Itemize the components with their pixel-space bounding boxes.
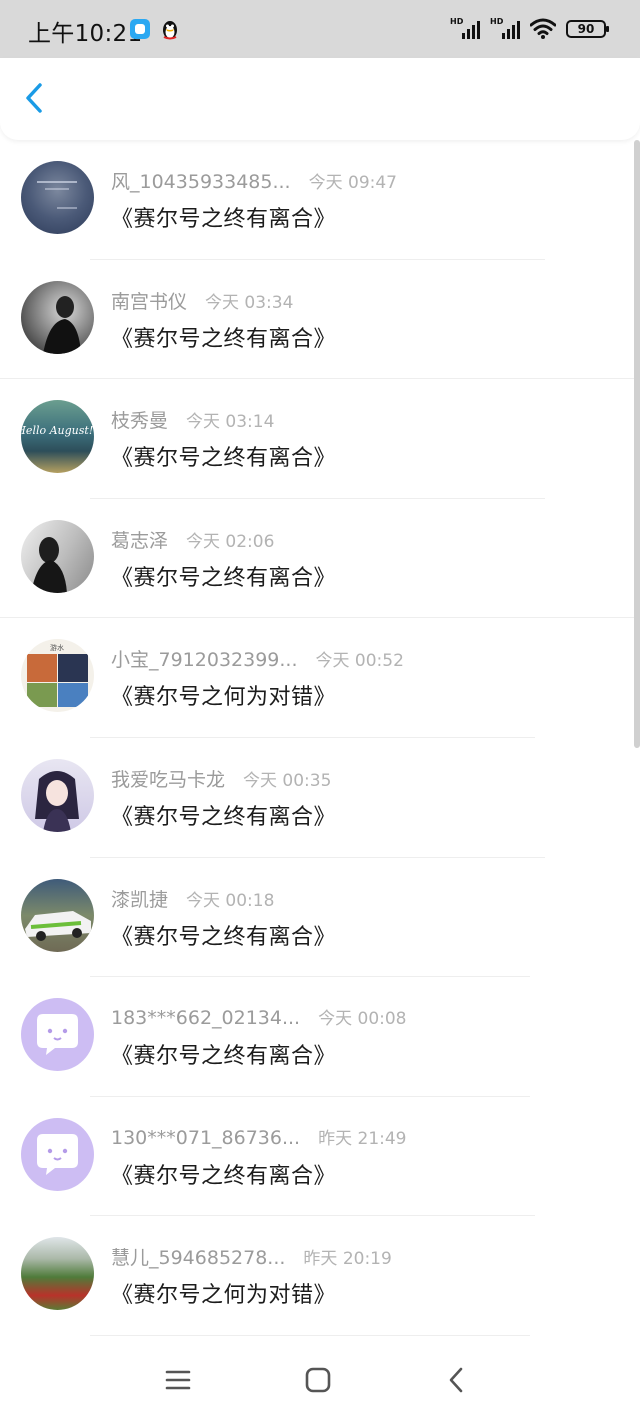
avatar [21, 1237, 94, 1311]
avatar [21, 878, 94, 952]
item-meta: 130***071_86736... 昨天 21:49 [111, 1124, 407, 1150]
chevron-left-icon[interactable] [18, 78, 52, 118]
book-title[interactable]: 《赛尔号之何为对错》 [111, 679, 336, 711]
reader-name[interactable]: 130***071_86736... [111, 1127, 300, 1149]
list-item[interactable]: 130***071_86736... 昨天 21:49 《赛尔号之终有离合》 [0, 1097, 640, 1217]
item-meta: 南宫书仪 今天 03:34 [111, 287, 293, 313]
reader-name[interactable]: 风_10435933485... [111, 167, 291, 194]
status-time: 上午10:21 [28, 21, 143, 47]
list-item[interactable]: 183***662_02134... 今天 00:08 《赛尔号之终有离合》 [0, 977, 640, 1097]
avatar: Hello August!! [21, 400, 94, 474]
menu-icon[interactable] [161, 1363, 195, 1397]
list-item[interactable]: 风_10435933485... 今天 09:47 《赛尔号之终有离合》 [0, 140, 640, 260]
battery-icon: 90 [566, 20, 609, 38]
reader-name[interactable]: 小宝_7912032399... [111, 645, 298, 672]
avatar [21, 161, 94, 234]
item-meta: 风_10435933485... 今天 09:47 [111, 167, 397, 193]
avatar [21, 758, 94, 832]
book-title[interactable]: 《赛尔号之终有离合》 [111, 919, 336, 951]
book-title[interactable]: 《赛尔号之终有离合》 [111, 1158, 336, 1190]
read-time: 今天 03:14 [186, 412, 275, 433]
status-bar: 上午10:21 HD HD 90 [0, 0, 640, 58]
list-item[interactable]: Hello August!! 枝秀曼 今天 03:14 《赛尔号之终有离合》 [0, 379, 640, 499]
signal-icon: HD [450, 17, 480, 41]
read-time: 今天 00:08 [318, 1009, 407, 1030]
reader-name[interactable]: 183***662_02134... [111, 1007, 300, 1029]
book-title[interactable]: 《赛尔号之终有离合》 [111, 321, 336, 353]
book-title[interactable]: 《赛尔号之终有离合》 [111, 1038, 336, 1070]
status-indicators: HD HD 90 [450, 16, 609, 42]
app-notification-icon [130, 19, 150, 39]
read-time: 今天 00:35 [243, 770, 332, 791]
reader-list: 风_10435933485... 今天 09:47 《赛尔号之终有离合》 南宫书… [0, 140, 640, 1336]
read-time: 昨天 20:19 [303, 1249, 392, 1270]
avatar [21, 280, 94, 354]
back-triangle-icon[interactable] [440, 1363, 474, 1397]
list-item[interactable]: 漆凯捷 今天 00:18 《赛尔号之终有离合》 [0, 858, 640, 978]
book-title[interactable]: 《赛尔号之终有离合》 [111, 799, 336, 831]
list-item[interactable]: 我爱吃马卡龙 今天 00:35 《赛尔号之终有离合》 [0, 738, 640, 858]
signal-icon-2: HD [490, 17, 520, 41]
scrollbar[interactable] [634, 140, 640, 748]
item-meta: 漆凯捷 今天 00:18 [111, 885, 274, 911]
book-title[interactable]: 《赛尔号之何为对错》 [111, 1277, 336, 1309]
read-time: 昨天 21:49 [318, 1128, 407, 1149]
read-time: 今天 09:47 [308, 173, 397, 193]
item-meta: 小宝_7912032399... 今天 00:52 [111, 645, 404, 671]
list-item[interactable]: 葛志泽 今天 02:06 《赛尔号之终有离合》 [0, 499, 640, 619]
read-time: 今天 03:34 [205, 292, 294, 313]
book-title[interactable]: 《赛尔号之终有离合》 [111, 560, 336, 592]
reader-name[interactable]: 漆凯捷 [111, 885, 168, 912]
reader-name[interactable]: 南宫书仪 [111, 287, 187, 314]
item-meta: 葛志泽 今天 02:06 [111, 526, 274, 552]
reader-name[interactable]: 我爱吃马卡龙 [111, 765, 225, 792]
list-item[interactable]: 慧儿_594685278... 昨天 20:19 《赛尔号之何为对错》 [0, 1216, 640, 1336]
reader-name[interactable]: 葛志泽 [111, 526, 168, 553]
top-bar [0, 58, 640, 140]
avatar-text-label: 游水 [50, 643, 64, 652]
read-time: 今天 00:18 [186, 890, 275, 911]
reader-name[interactable]: 慧儿_594685278... [111, 1243, 285, 1270]
item-meta: 我爱吃马卡龙 今天 00:35 [111, 765, 331, 791]
list-item[interactable]: 南宫书仪 今天 03:34 《赛尔号之终有离合》 [0, 260, 640, 380]
default-avatar-icon [21, 1117, 94, 1191]
list-item[interactable]: 游水 小宝_7912032399... 今天 00:52 《赛尔号之何为对错》 [0, 618, 640, 738]
read-time: 今天 00:52 [315, 651, 404, 672]
qq-penguin-icon [163, 21, 177, 40]
system-nav-bar [0, 1336, 640, 1423]
wifi-icon [530, 18, 556, 39]
avatar [21, 519, 94, 593]
item-meta: 慧儿_594685278... 昨天 20:19 [111, 1243, 392, 1269]
item-meta: 183***662_02134... 今天 00:08 [111, 1004, 407, 1030]
default-avatar-icon [21, 998, 94, 1072]
book-title[interactable]: 《赛尔号之终有离合》 [111, 440, 336, 472]
book-title[interactable]: 《赛尔号之终有离合》 [111, 201, 336, 233]
read-time: 今天 02:06 [186, 531, 275, 552]
avatar-text-hello: Hello August!! [21, 424, 94, 437]
item-meta: 枝秀曼 今天 03:14 [111, 406, 274, 432]
home-square-icon[interactable] [301, 1363, 335, 1397]
reader-name[interactable]: 枝秀曼 [111, 406, 168, 433]
avatar: 游水 [21, 639, 94, 713]
